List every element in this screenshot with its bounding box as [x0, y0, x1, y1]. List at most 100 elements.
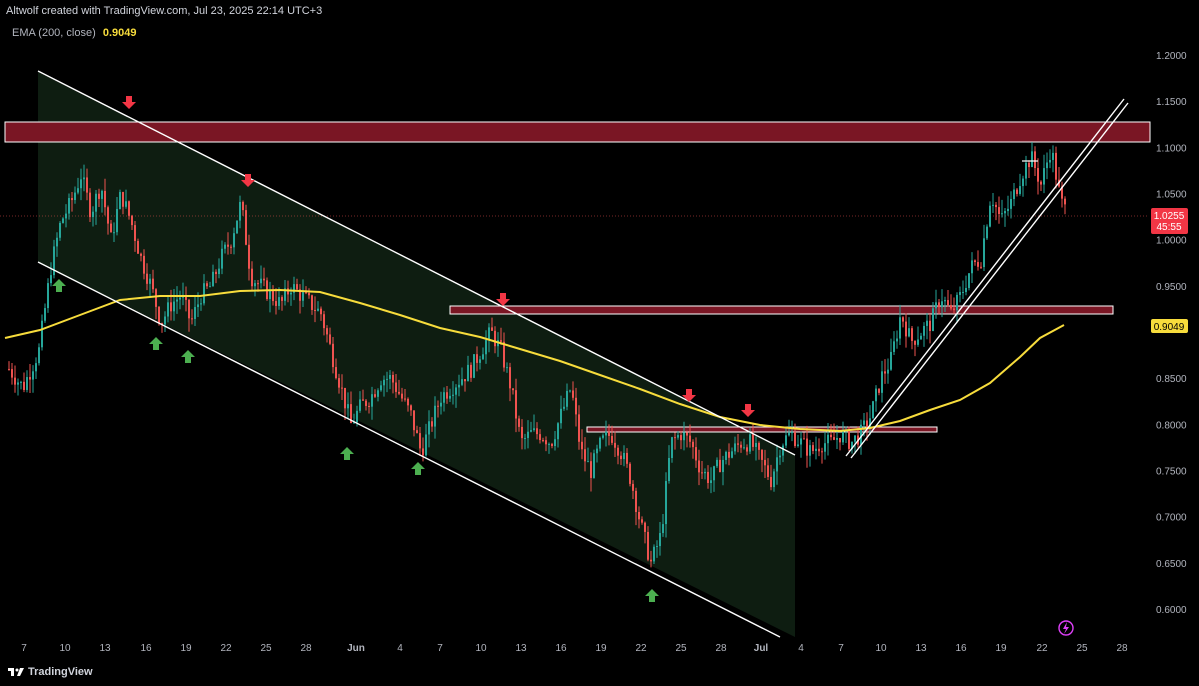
- candle-body: [854, 435, 856, 442]
- candle-body: [548, 443, 550, 445]
- candle-body: [635, 490, 637, 512]
- candle-body: [302, 292, 304, 301]
- candle-body: [164, 316, 166, 325]
- rising-trendline-inner: [850, 102, 1129, 459]
- candle-body: [341, 387, 343, 389]
- candle-body: [251, 268, 253, 287]
- price-chart[interactable]: 1.2000 1.1500 1.1000 1.0500 1.0000 0.9500 0.85…: [0, 0, 1199, 686]
- candle-body: [449, 395, 451, 399]
- time-tick-label: 25: [675, 643, 687, 654]
- candle-body: [41, 320, 43, 348]
- candle-body: [356, 410, 358, 423]
- candle-body: [104, 190, 106, 208]
- candle-body: [74, 192, 76, 201]
- candle-body: [524, 437, 526, 439]
- candle-body: [374, 394, 376, 397]
- time-tick-label: 22: [1036, 643, 1048, 654]
- candle-body: [611, 435, 613, 443]
- candle-body: [695, 447, 697, 461]
- candle-body: [14, 377, 16, 385]
- footer-brand[interactable]: TradingView: [8, 666, 93, 678]
- candle-body: [122, 192, 124, 207]
- candle-body: [599, 437, 601, 449]
- candle-body: [830, 434, 832, 438]
- candle-body: [692, 441, 694, 448]
- candle-body: [485, 340, 487, 355]
- candle-body: [932, 308, 934, 331]
- candle-body: [617, 447, 619, 456]
- candle-body: [254, 283, 256, 287]
- candle-body: [275, 301, 277, 306]
- candle-body: [200, 303, 202, 305]
- candle-body: [437, 405, 439, 407]
- candle-body: [434, 405, 436, 427]
- candle-body: [98, 193, 100, 199]
- candle-body: [596, 448, 598, 454]
- candle-body: [722, 459, 724, 473]
- time-tick-label: 28: [300, 643, 312, 654]
- candle-body: [947, 300, 949, 306]
- candle-body: [158, 306, 160, 324]
- candle-body: [170, 302, 172, 312]
- candle-body: [677, 435, 679, 438]
- price-axis[interactable]: 1.2000 1.1500 1.1000 1.0500 1.0000 0.9500 0.85…: [1156, 51, 1187, 616]
- candle-body: [335, 367, 337, 379]
- candle-body: [290, 292, 292, 295]
- candle-body: [314, 309, 316, 311]
- candle-body: [755, 443, 757, 447]
- candle-body: [110, 223, 112, 233]
- candle-body: [296, 284, 298, 290]
- candle-body: [725, 451, 727, 460]
- price-tick-label: 1.1000: [1156, 143, 1187, 154]
- candle-body: [875, 388, 877, 402]
- lightning-icon[interactable]: [1058, 620, 1074, 636]
- candle-body: [917, 339, 919, 345]
- time-tick-label: 16: [955, 643, 967, 654]
- candle-body: [152, 278, 154, 290]
- candle-body: [1034, 151, 1036, 169]
- candle-body: [119, 192, 121, 210]
- candle-body: [62, 218, 64, 223]
- candle-body: [842, 430, 844, 443]
- candle-body: [1004, 211, 1006, 214]
- candle-body: [155, 289, 157, 307]
- candle-body: [131, 215, 133, 226]
- time-tick-label: 10: [875, 643, 887, 654]
- candle-body: [188, 299, 190, 319]
- time-axis[interactable]: 7 10 13 16 19 22 25 28 Jun 4 7 10 13 16 19 22 25 28 Jul 4 7 1…: [21, 643, 1128, 654]
- candle-body: [578, 414, 580, 442]
- candle-body: [527, 431, 529, 438]
- candle-body: [827, 434, 829, 444]
- support-zone-lower: [586, 426, 938, 433]
- price-tick-label: 0.7500: [1156, 467, 1187, 478]
- candle-body: [536, 428, 538, 435]
- candle-body: [116, 209, 118, 233]
- candle-body: [977, 262, 979, 267]
- candle-body: [95, 193, 97, 212]
- candle-body: [272, 290, 274, 302]
- candle-body: [761, 449, 763, 460]
- arrow-up-icon: [645, 589, 659, 602]
- price-tick-label: 1.2000: [1156, 51, 1187, 62]
- candle-body: [1049, 159, 1051, 163]
- candle-body: [770, 476, 772, 488]
- candle-body: [431, 421, 433, 427]
- price-tick-label: 1.1500: [1156, 97, 1187, 108]
- time-tick-label: 7: [21, 643, 27, 654]
- candle-body: [530, 430, 532, 432]
- candle-body: [428, 421, 430, 435]
- candle-body: [26, 377, 28, 390]
- candle-body: [1016, 189, 1018, 194]
- candle-body: [668, 458, 670, 482]
- candle-body: [788, 432, 790, 436]
- candle-body: [638, 511, 640, 520]
- candle-body: [146, 273, 148, 284]
- candle-body: [368, 405, 370, 407]
- time-tick-label: 28: [1116, 643, 1128, 654]
- candle-body: [101, 190, 103, 199]
- candle-body: [896, 338, 898, 342]
- candle-body: [410, 405, 412, 411]
- candle-body: [482, 354, 484, 360]
- candle-body: [779, 455, 781, 458]
- candle-body: [995, 204, 997, 208]
